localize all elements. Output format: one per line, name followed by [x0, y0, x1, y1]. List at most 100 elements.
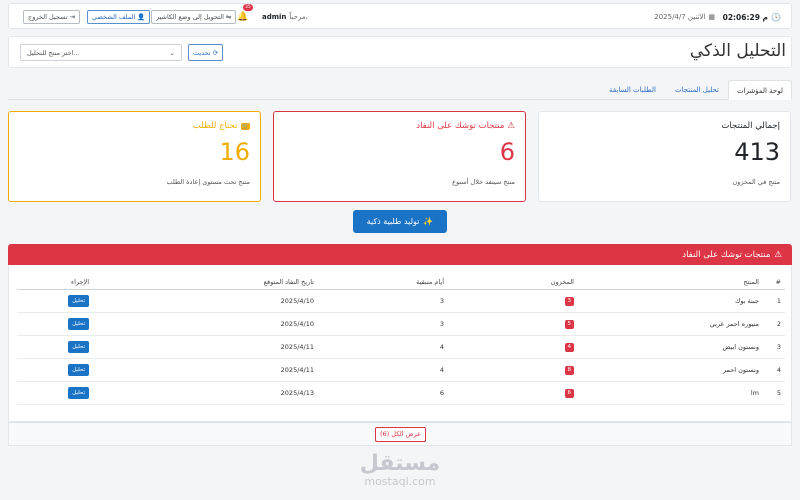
tab-previous-orders[interactable]: الطلبات السابقة	[601, 80, 664, 100]
watermark-ar: مستقل	[359, 451, 441, 476]
reorder-value: 16	[219, 138, 250, 166]
product-select[interactable]: اختر منتج للتحليل... ⌄	[20, 44, 182, 61]
stock-badge: 4	[564, 342, 574, 352]
total-products-sub: منتج في المخزون	[732, 178, 781, 186]
top-bar: 02:06:29 م 🕓 الاثنين 2025/4/7 ▦ admin مر…	[8, 3, 792, 29]
row-number: 5	[763, 381, 785, 405]
row-expected-date: 2025/4/11	[93, 335, 318, 359]
date: الاثنين 2025/4/7 ▦	[654, 9, 715, 25]
row-product: ونستون ابيض	[578, 335, 763, 359]
panel-title: منتجات توشك على النفاد	[682, 249, 771, 260]
refresh-label: تحديث	[193, 48, 211, 57]
logout-label: تسجيل الخروج	[28, 13, 68, 21]
reorder-card: تحتاج للطلب 🛒 16 منتج تحت مستوى إعادة ال…	[8, 111, 261, 202]
expiring-label: منتجات توشك على النفاد ⚠	[416, 121, 515, 131]
refresh-icon: ⟳	[212, 48, 219, 57]
time-text: 02:06:29 م	[722, 12, 769, 22]
calendar-icon: ▦	[708, 13, 715, 21]
chevron-down-icon: ⌄	[169, 48, 175, 57]
greeting: admin مرحباً،	[262, 9, 308, 25]
stock-badge: 5	[564, 319, 574, 329]
row-expected-date: 2025/4/10	[93, 312, 318, 336]
show-all-button[interactable]: عرض الكل (6)	[375, 427, 426, 442]
logout-button[interactable]: تسجيل الخروج ⇥	[23, 10, 81, 24]
generate-smart-order-button[interactable]: توليد طلبية ذكية ✨	[353, 210, 447, 233]
refresh-button[interactable]: تحديث ⟳	[188, 44, 224, 61]
expiring-panel-body: # المنتج المخزون أيام متبقية تاريخ النفا…	[8, 265, 792, 422]
row-expected-date: 2025/4/11	[93, 358, 318, 382]
tab-bar: لوحة المؤشرات تحليل المنتجات الطلبات الس…	[8, 80, 792, 100]
basket-icon: 🛒	[240, 122, 250, 130]
stock-badge: 8	[564, 365, 574, 375]
generate-label: توليد طلبية ذكية	[366, 217, 420, 226]
notification-badge: 35	[243, 4, 253, 11]
expiring-table: # المنتج المخزون أيام متبقية تاريخ النفا…	[17, 275, 785, 405]
bell-icon: 🔔	[237, 12, 249, 22]
cashier-mode-label: التحويل إلى وضع الكاشير	[156, 13, 224, 21]
select-placeholder: اختر منتج للتحليل...	[27, 48, 80, 57]
row-days-left: 4	[318, 335, 448, 359]
table-row: 5 lm 6 6 2025/4/13 تحليل	[17, 381, 785, 405]
total-products-label: إجمالي المنتجات	[721, 121, 780, 131]
row-number: 2	[763, 312, 785, 336]
expiring-products-card: منتجات توشك على النفاد ⚠ 6 منتج سينفد خل…	[273, 111, 526, 202]
col-stock: المخزون	[448, 275, 578, 290]
user-icon: 👤	[137, 13, 146, 21]
table-row: 1 جبنة بوك 3 3 2025/4/10 تحليل	[17, 289, 785, 313]
row-number: 1	[763, 289, 785, 313]
profile-button[interactable]: الملف الشخصي 👤	[87, 10, 151, 24]
date-text: الاثنين 2025/4/7	[654, 13, 706, 21]
expiring-sub: منتج سينفد خلال أسبوع	[452, 178, 515, 186]
magic-wand-icon: ✨	[423, 217, 434, 226]
analyze-button[interactable]: تحليل	[68, 317, 89, 330]
cashier-mode-button[interactable]: التحويل إلى وضع الكاشير ⇋	[151, 10, 237, 24]
notifications-button[interactable]: 🔔 35	[237, 4, 253, 25]
watermark-logo: مستقل mostaql.com	[348, 452, 452, 488]
reorder-label: تحتاج للطلب 🛒	[193, 121, 250, 131]
analyze-button[interactable]: تحليل	[68, 386, 89, 399]
expiring-value: 6	[499, 138, 515, 166]
username: admin	[262, 13, 287, 21]
row-days-left: 3	[318, 312, 448, 336]
total-products-card: إجمالي المنتجات 413 منتج في المخزون	[538, 111, 791, 202]
row-number: 4	[763, 358, 785, 382]
row-days-left: 4	[318, 358, 448, 382]
expiring-label-text: منتجات توشك على النفاد	[416, 121, 505, 131]
greeting-text: مرحباً،	[289, 13, 308, 21]
reorder-sub: منتج تحت مستوى إعادة الطلب	[166, 178, 250, 186]
row-product: منيوره احمر عربي	[578, 312, 763, 336]
warning-icon: ⚠	[774, 249, 782, 260]
row-product: lm	[578, 381, 763, 405]
tab-product-analysis[interactable]: تحليل المنتجات	[667, 80, 727, 100]
page-title: التحليل الذكي	[689, 41, 786, 61]
col-action: الإجراء	[17, 275, 93, 290]
reorder-label-text: تحتاج للطلب	[192, 121, 238, 131]
total-products-value: 413	[734, 138, 780, 166]
stock-badge: 6	[564, 388, 574, 398]
expiring-panel-header: منتجات توشك على النفاد ⚠	[8, 244, 792, 265]
col-days-left: أيام متبقية	[318, 275, 448, 290]
col-number: #	[763, 275, 785, 290]
clock: 02:06:29 م 🕓	[723, 9, 781, 25]
analyze-button[interactable]: تحليل	[68, 363, 89, 376]
warning-icon: ⚠	[507, 121, 515, 131]
row-expected-date: 2025/4/13	[93, 381, 318, 405]
stock-badge: 3	[564, 296, 574, 306]
clock-icon: 🕓	[771, 12, 781, 22]
watermark-en: mostaql.com	[364, 475, 436, 488]
tab-dashboard[interactable]: لوحة المؤشرات	[727, 80, 792, 100]
row-product: ونستون احمر	[578, 358, 763, 382]
table-row: 2 منيوره احمر عربي 5 3 2025/4/10 تحليل	[17, 312, 785, 336]
analyze-button[interactable]: تحليل	[68, 340, 89, 353]
row-number: 3	[763, 335, 785, 359]
user-switch-icon: ⇋	[225, 13, 232, 21]
row-product: جبنة بوك	[578, 289, 763, 313]
analyze-button[interactable]: تحليل	[68, 294, 89, 307]
row-days-left: 6	[318, 381, 448, 405]
table-row: 3 ونستون ابيض 4 4 2025/4/11 تحليل	[17, 335, 785, 359]
logout-icon: ⇥	[69, 13, 76, 21]
col-product: المنتج	[578, 275, 763, 290]
table-row: 4 ونستون احمر 8 4 2025/4/11 تحليل	[17, 358, 785, 382]
row-expected-date: 2025/4/10	[93, 289, 318, 313]
col-expected-date: تاريخ النفاد المتوقع	[93, 275, 318, 290]
